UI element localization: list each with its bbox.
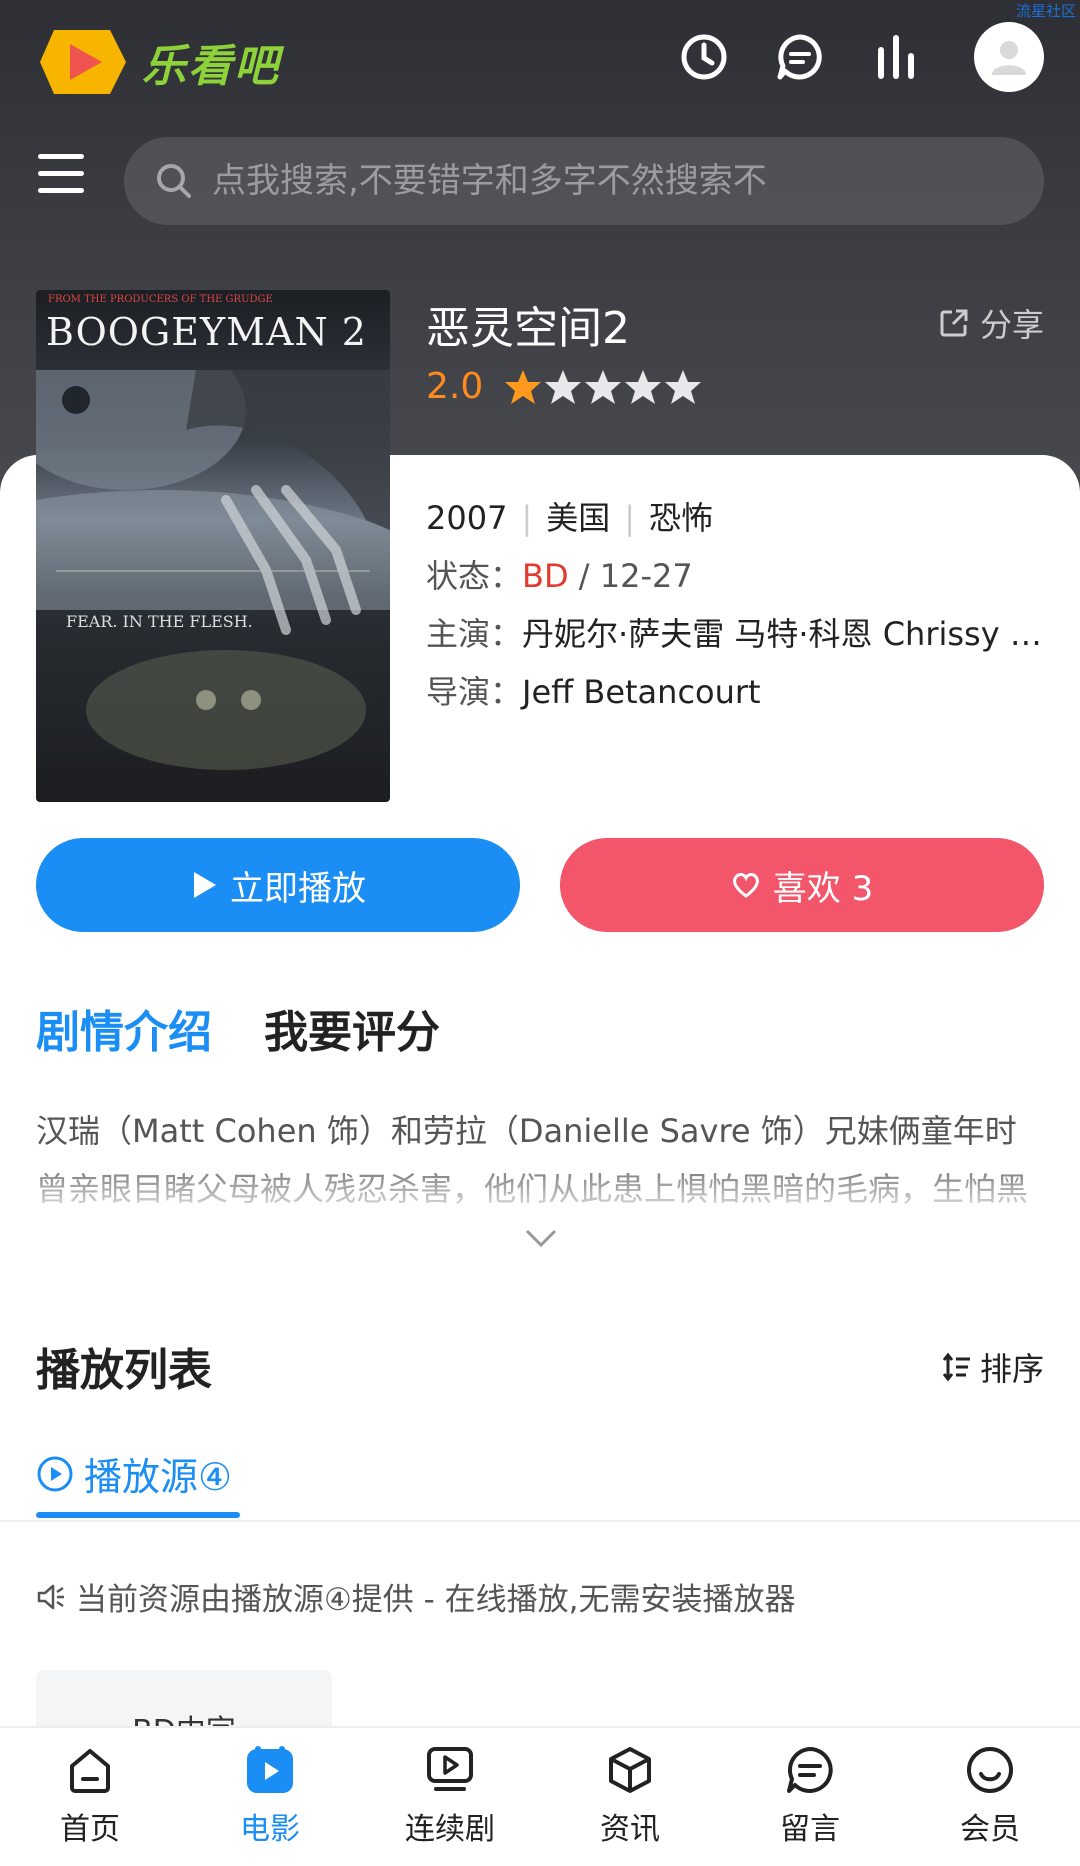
nav-item-member[interactable]: 会员 xyxy=(900,1728,1080,1866)
movie-poster[interactable]: FROM THE PRODUCERS OF THE GRUDGE BOOGEYM… xyxy=(36,290,390,802)
history-icon[interactable] xyxy=(674,27,734,87)
movie-icon xyxy=(247,1746,293,1793)
movie-tags: 2007 | 美国 | 恐怖 xyxy=(426,499,714,537)
tv-series-icon xyxy=(427,1747,473,1791)
heart-icon xyxy=(732,873,759,898)
source-label: 播放源④ xyxy=(84,1455,233,1499)
nav-item-news[interactable]: 资讯 xyxy=(540,1728,720,1866)
nav-item-movie[interactable]: 电影 xyxy=(180,1728,360,1866)
app-logo[interactable]: 乐看吧 xyxy=(40,26,280,98)
search-icon xyxy=(157,164,191,198)
like-button[interactable]: 喜欢 3 xyxy=(560,838,1044,932)
sort-icon xyxy=(942,1352,970,1382)
app-name: 乐看吧 xyxy=(142,41,280,92)
playlist-title: 播放列表 xyxy=(36,1345,212,1396)
news-icon xyxy=(609,1747,651,1793)
movie-director: 导演：Jeff Betancourt xyxy=(426,667,761,713)
poster-title: BOOGEYMAN 2 xyxy=(46,310,367,354)
poster-top-text: FROM THE PRODUCERS OF THE GRUDGE xyxy=(48,294,273,305)
play-label: 立即播放 xyxy=(230,868,366,909)
tab-rate[interactable]: 我要评分 xyxy=(264,996,440,1060)
notice-text: 当前资源由播放源④提供 - 在线播放,无需安装播放器 xyxy=(76,1582,796,1618)
nav-label-movie: 电影 xyxy=(240,1812,300,1847)
menu-icon[interactable] xyxy=(38,154,84,194)
home-icon xyxy=(70,1749,110,1793)
active-tab-indicator xyxy=(36,1512,240,1518)
star-icon xyxy=(545,369,582,404)
status-date: / 12-27 xyxy=(578,557,693,595)
nav-item-message[interactable]: 留言 xyxy=(720,1728,900,1866)
source-notice: 当前资源由播放源④提供 - 在线播放,无需安装播放器 xyxy=(36,1574,796,1619)
star-icon xyxy=(585,369,622,404)
play-circle-icon xyxy=(37,1456,73,1491)
top-bar: 乐看吧 xyxy=(0,0,1080,120)
actors-label: 主演： xyxy=(426,615,523,653)
status-label: 状态： xyxy=(426,557,523,595)
nav-item-home[interactable]: 首页 xyxy=(0,1728,180,1866)
tab-source-4[interactable]: 播放源④ xyxy=(36,1446,232,1501)
share-button[interactable]: 分享 xyxy=(938,300,1044,346)
tab-synopsis[interactable]: 剧情介绍 xyxy=(36,996,212,1060)
sort-button[interactable]: 排序 xyxy=(942,1344,1044,1390)
movie-genre[interactable]: 恐怖 xyxy=(649,499,713,537)
movie-status: 状态：BD / 12-27 xyxy=(426,551,693,597)
nav-label-series: 连续剧 xyxy=(405,1812,495,1847)
nav-label-message: 留言 xyxy=(780,1812,840,1847)
ranking-icon[interactable] xyxy=(866,27,926,87)
bottom-nav: 首页 电影 连续剧 资讯 留言 会员 xyxy=(0,1726,1080,1866)
rating: 2.0 xyxy=(426,366,703,407)
director-label: 导演： xyxy=(426,673,523,711)
nav-label-news: 资讯 xyxy=(600,1812,660,1847)
synopsis-fade xyxy=(0,1160,1080,1220)
chat-icon[interactable] xyxy=(770,27,830,87)
star-icon xyxy=(505,369,542,404)
user-avatar[interactable] xyxy=(974,22,1044,92)
member-icon xyxy=(967,1747,1013,1793)
share-icon xyxy=(940,309,968,337)
rating-score: 2.0 xyxy=(426,366,484,407)
logo-play-icon xyxy=(40,30,126,94)
share-label: 分享 xyxy=(979,306,1044,344)
search-bar[interactable] xyxy=(124,137,1044,225)
nav-item-series[interactable]: 连续剧 xyxy=(360,1728,540,1866)
chevron-down-icon[interactable] xyxy=(524,1226,558,1250)
nav-label-home: 首页 xyxy=(60,1812,120,1847)
movie-region[interactable]: 美国 xyxy=(546,499,610,537)
speaker-icon xyxy=(37,1584,64,1609)
nav-label-member: 会员 xyxy=(960,1812,1020,1847)
like-label: 喜欢 3 xyxy=(772,868,874,909)
movie-title: 恶灵空间2 xyxy=(426,303,630,354)
poster-tagline: FEAR. IN THE FLESH. xyxy=(66,612,253,631)
poster-artwork xyxy=(36,370,390,770)
movie-actors: 主演：丹妮尔·萨夫雷 马特·科恩 Chrissy G... xyxy=(426,609,1046,655)
divider xyxy=(0,1520,1080,1522)
star-icon xyxy=(665,369,702,404)
message-icon xyxy=(787,1747,833,1793)
user-icon xyxy=(992,41,1026,75)
star-icon xyxy=(625,369,662,404)
director-value[interactable]: Jeff Betancourt xyxy=(522,673,761,711)
actors-value[interactable]: 丹妮尔·萨夫雷 马特·科恩 Chrissy G... xyxy=(522,615,1046,653)
play-now-button[interactable]: 立即播放 xyxy=(36,838,520,932)
play-icon xyxy=(194,872,216,898)
status-quality: BD xyxy=(522,557,569,595)
detail-tabs: 剧情介绍 我要评分 xyxy=(36,996,492,1060)
movie-year[interactable]: 2007 xyxy=(426,499,507,537)
search-input[interactable] xyxy=(212,161,832,201)
sort-label: 排序 xyxy=(979,1350,1044,1388)
